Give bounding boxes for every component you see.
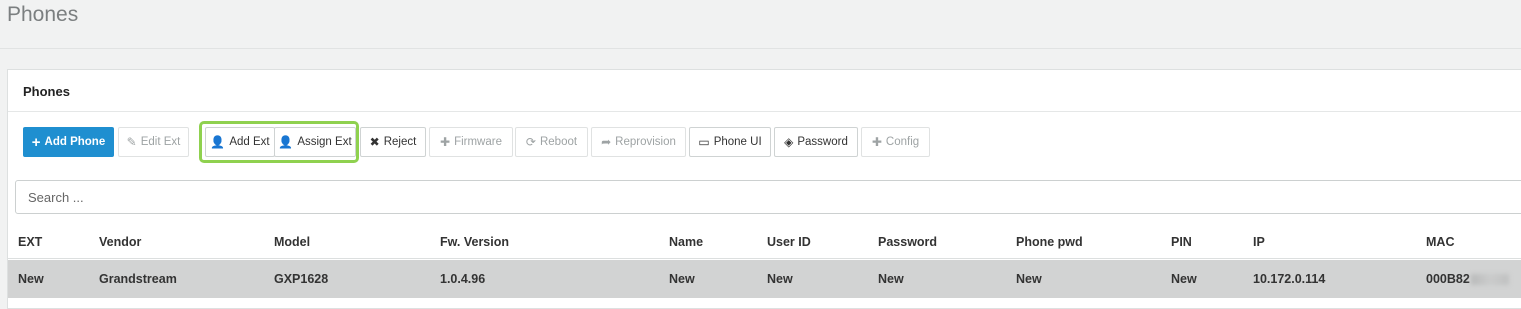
firmware-button[interactable]: ✚ Firmware [429, 127, 513, 157]
user-icon: 👤 [210, 135, 226, 149]
cell-fw-version: 1.0.4.96 [440, 272, 486, 286]
table-row[interactable]: New Grandstream GXP1628 1.0.4.96 New New… [8, 260, 1521, 298]
page-title: Phones [7, 3, 79, 26]
config-button[interactable]: ✚ Config [861, 127, 930, 157]
cell-ip: 10.172.0.114 [1253, 272, 1326, 286]
add-ext-label: Add Ext [229, 136, 270, 148]
cell-pin: New [1171, 272, 1197, 286]
column-header-ext[interactable]: EXT [18, 235, 42, 249]
assign-ext-label: Assign Ext [297, 136, 352, 148]
page-header: Phones [0, 0, 1521, 49]
phone-ui-button[interactable]: ▭ Phone UI [689, 127, 771, 157]
column-header-name[interactable]: Name [669, 235, 703, 249]
password-button[interactable]: ◈ Password [774, 127, 858, 157]
cell-name: New [669, 272, 695, 286]
config-label: Config [885, 136, 920, 148]
redacted-blur [1470, 274, 1509, 286]
cell-vendor: Grandstream [99, 272, 177, 286]
user-icon: 👤 [278, 135, 294, 149]
edit-ext-label: Edit Ext [140, 136, 181, 148]
plus-icon: ✚ [440, 135, 451, 149]
cell-ext: New [18, 272, 44, 286]
phones-panel: Phones + Add Phone ✎ Edit Ext 👤 Add Ext … [7, 69, 1521, 309]
reprovision-button[interactable]: ➦ Reprovision [591, 127, 686, 157]
add-ext-button[interactable]: 👤 Add Ext [205, 127, 275, 157]
refresh-icon: ⟳ [525, 135, 536, 149]
cell-mac-value: 000B82 [1426, 272, 1470, 286]
add-phone-button[interactable]: + Add Phone [23, 127, 114, 157]
close-icon: ✖ [369, 135, 380, 149]
share-arrow-icon: ➦ [601, 135, 612, 149]
reject-label: Reject [383, 136, 417, 148]
reject-button[interactable]: ✖ Reject [360, 127, 426, 157]
column-header-ip[interactable]: IP [1253, 235, 1265, 249]
header-divider [8, 258, 1521, 259]
cell-password: New [878, 272, 904, 286]
edit-ext-button[interactable]: ✎ Edit Ext [118, 127, 189, 157]
pencil-icon: ✎ [126, 135, 137, 149]
password-label: Password [797, 136, 848, 148]
column-header-phone-pwd[interactable]: Phone pwd [1016, 235, 1083, 249]
cell-phone-pwd: New [1016, 272, 1042, 286]
column-header-vendor[interactable]: Vendor [99, 235, 141, 249]
column-header-model[interactable]: Model [274, 235, 310, 249]
search-input[interactable] [15, 180, 1521, 214]
panel-title: Phones [23, 84, 70, 99]
eye-slash-icon: ◈ [784, 135, 794, 149]
column-header-fw-version[interactable]: Fw. Version [440, 235, 509, 249]
assign-ext-button[interactable]: 👤 Assign Ext [274, 127, 356, 157]
panel-heading: Phones [8, 70, 1521, 112]
cell-user-id: New [767, 272, 793, 286]
reboot-label: Reboot [539, 136, 578, 148]
column-header-user-id[interactable]: User ID [767, 235, 811, 249]
reprovision-label: Reprovision [615, 136, 676, 148]
cell-model: GXP1628 [274, 272, 329, 286]
plus-icon: ✚ [871, 135, 882, 149]
column-header-mac[interactable]: MAC [1426, 235, 1454, 249]
window-icon: ▭ [698, 135, 710, 149]
plus-icon: + [31, 133, 41, 151]
phone-ui-label: Phone UI [713, 136, 762, 148]
cell-mac: 000B82 [1426, 272, 1509, 286]
add-phone-label: Add Phone [44, 136, 106, 148]
column-header-pin[interactable]: PIN [1171, 235, 1192, 249]
reboot-button[interactable]: ⟳ Reboot [515, 127, 588, 157]
firmware-label: Firmware [454, 136, 502, 148]
column-header-password[interactable]: Password [878, 235, 937, 249]
